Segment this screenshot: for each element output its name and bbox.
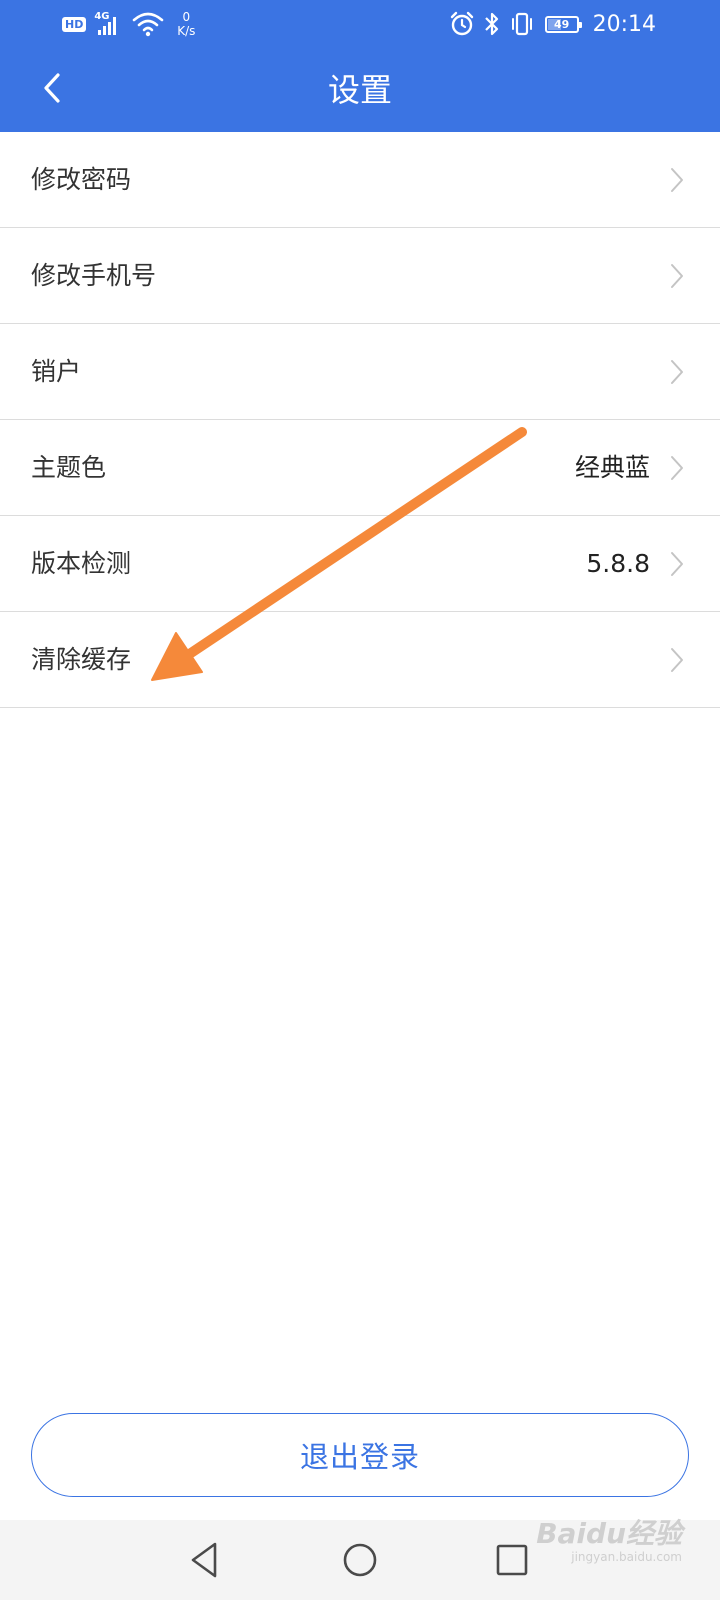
- battery-icon: 49: [544, 15, 582, 33]
- settings-item-version-check[interactable]: 版本检测 5.8.8: [0, 516, 720, 612]
- settings-item-close-account[interactable]: 销户: [0, 324, 720, 420]
- settings-item-label: 销户: [31, 357, 82, 386]
- chevron-right-icon: [671, 648, 683, 672]
- hd-badge: HD: [62, 16, 87, 32]
- network-speed-unit: K/s: [177, 24, 196, 38]
- bluetooth-icon: [484, 12, 498, 36]
- watermark-logo: Baidu经验: [536, 1517, 682, 1550]
- wifi-icon: [133, 12, 164, 37]
- settings-item-value: 经典蓝: [574, 453, 650, 482]
- network-speed-value: 0: [182, 10, 191, 24]
- vibrate-icon: [511, 12, 532, 36]
- app-top-bar: HD 4G 0 K/s 49 20:14 设置: [0, 0, 720, 132]
- logout-button[interactable]: 退出登录: [31, 1413, 689, 1497]
- page-header: 设置: [0, 48, 720, 132]
- settings-item-label: 版本检测: [31, 549, 132, 578]
- nav-recents-icon[interactable]: [490, 1538, 534, 1582]
- network-type: 4G: [94, 11, 110, 22]
- baidu-watermark: Baidu经验 jingyan.baidu.com: [536, 1517, 682, 1565]
- chevron-right-icon: [671, 168, 683, 192]
- nav-home-icon[interactable]: [338, 1538, 382, 1582]
- page-title: 设置: [327, 71, 392, 109]
- nav-back-icon[interactable]: [183, 1538, 227, 1582]
- status-clock: 20:14: [592, 11, 656, 37]
- chevron-right-icon: [671, 360, 683, 384]
- settings-item-label: 修改手机号: [31, 261, 157, 290]
- settings-item-change-password[interactable]: 修改密码: [0, 132, 720, 228]
- settings-item-label: 主题色: [31, 453, 107, 482]
- settings-item-clear-cache[interactable]: 清除缓存: [0, 612, 720, 708]
- settings-item-value: 5.8.8: [586, 549, 650, 578]
- settings-list: 修改密码 修改手机号 销户 主题色 经典蓝 版本检测 5.8.8 清除缓存: [0, 132, 720, 708]
- cellular-signal-icon: 4G: [94, 11, 124, 37]
- settings-item-theme-color[interactable]: 主题色 经典蓝: [0, 420, 720, 516]
- settings-item-label: 清除缓存: [31, 645, 132, 674]
- watermark-url: jingyan.baidu.com: [571, 1550, 682, 1564]
- alarm-icon: [450, 11, 473, 36]
- settings-item-change-phone[interactable]: 修改手机号: [0, 228, 720, 324]
- status-bar: HD 4G 0 K/s 49 20:14: [0, 0, 720, 48]
- settings-item-label: 修改密码: [31, 165, 132, 194]
- chevron-right-icon: [671, 456, 683, 480]
- chevron-right-icon: [671, 264, 683, 288]
- chevron-right-icon: [671, 552, 683, 576]
- battery-level: 49: [553, 17, 570, 31]
- status-left: HD 4G 0 K/s: [62, 8, 200, 40]
- status-right: 49 20:14: [441, 8, 656, 40]
- network-speed: 0 K/s: [172, 10, 200, 38]
